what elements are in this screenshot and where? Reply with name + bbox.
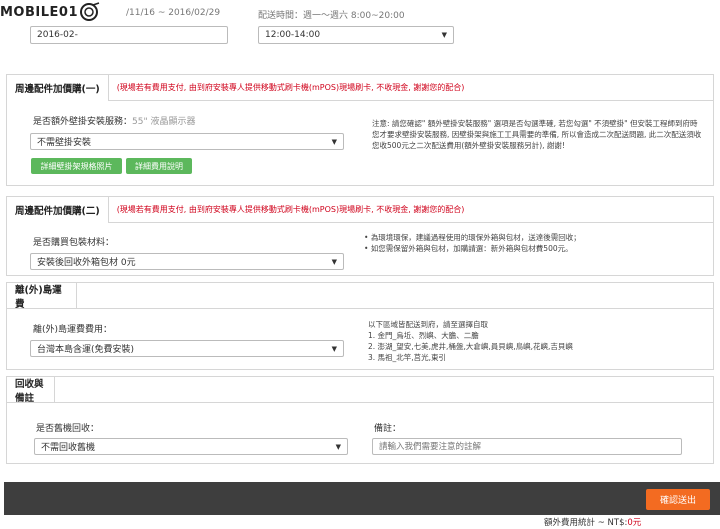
wall-mount-photos-button[interactable]: 詳細壁掛架規格照片 <box>31 158 122 174</box>
packaging-value: 安裝後回收外箱包材 0元 <box>37 258 136 268</box>
site-logo[interactable]: MOBILE01 <box>0 2 128 22</box>
delivery-date-value: 2016-02- <box>37 30 78 40</box>
chevron-down-icon: ▼ <box>331 344 337 353</box>
date-range-text: /11/16 ~ 2016/02/29 <box>126 8 221 18</box>
packaging-question: 是否購買包裝材料： <box>33 238 115 248</box>
island-note-item: 2. 澎湖_望安,七美,虎井,桶盤,大倉嶼,員貝嶼,鳥嶼,花嶼,吉貝嶼 <box>368 342 573 351</box>
island-note-title: 以下區域皆配送到府，請至選擇自取 <box>368 320 488 329</box>
delivery-time-text: 配送時間：週一～週六 8:00~20:00 <box>258 11 405 21</box>
chevron-down-icon: ▼ <box>335 442 341 451</box>
packaging-notes: 為環境環保，建議過程使用的環保外箱與包材，送達後需回收； 如您需保留外箱與包材，… <box>364 232 694 254</box>
section-2-header: 周邊配件加價購(二) (現場若有費用支付, 由到府安裝專人提供移動式刷卡機(mP… <box>7 196 713 223</box>
total-label: 額外費用統計 ~ NT$: <box>544 518 628 528</box>
section-3-title: 離(外)島運費 <box>7 283 77 310</box>
remark-label: 備註： <box>374 424 402 434</box>
section-1-header: 周邊配件加價購(一) (現場若有費用支付, 由到府安裝專人提供移動式刷卡機(mP… <box>7 74 713 101</box>
section-1-title: 周邊配件加價購(一) <box>7 74 109 101</box>
logo-swirl-icon <box>80 2 100 21</box>
footer-bar <box>4 482 720 515</box>
wall-mount-select[interactable]: 不需壁掛安裝 ▼ <box>30 133 344 150</box>
total-value: 0元 <box>627 518 642 528</box>
delivery-time-value: 12:00-14:00 <box>265 30 321 40</box>
section-4-header: 回收與備註 <box>7 377 713 404</box>
island-shipping-select[interactable]: 台灣本島含運(免費安裝) ▼ <box>30 340 344 357</box>
remark-input[interactable] <box>372 438 682 455</box>
wall-mount-question-text: 是否額外壁掛安裝服務： <box>33 117 133 127</box>
island-note-item: 1. 金門_烏坵、烈嶼、大膽、二膽 <box>368 331 479 340</box>
tv-size-hint: 55" 液晶顯示器 <box>132 117 196 127</box>
island-shipping-question: 離(外)島運費費用： <box>33 325 113 335</box>
recycle-select[interactable]: 不需回收舊機 ▼ <box>34 438 348 455</box>
recycle-value: 不需回收舊機 <box>41 443 96 453</box>
island-shipping-notes: 以下區域皆配送到府，請至選擇自取 1. 金門_烏坵、烈嶼、大膽、二膽 2. 澎湖… <box>368 319 698 363</box>
recycle-question: 是否舊機回收： <box>36 424 100 434</box>
section-3-header: 離(外)島運費 <box>7 283 713 310</box>
divider <box>76 308 714 309</box>
fee-details-button[interactable]: 詳細費用說明 <box>126 158 192 174</box>
packaging-note: 如您需保留外箱與包材，加購請選：新外箱與包材費500元。 <box>364 243 694 254</box>
section-2-notice: (現場若有費用支付, 由到府安裝專人提供移動式刷卡機(mPOS)現場刷卡, 不收… <box>116 205 465 214</box>
chevron-down-icon: ▼ <box>331 137 337 146</box>
divider <box>54 402 714 403</box>
packaging-select[interactable]: 安裝後回收外箱包材 0元 ▼ <box>30 253 344 270</box>
chevron-down-icon: ▼ <box>441 31 447 39</box>
section-1-notice: (現場若有費用支付, 由到府安裝專人提供移動式刷卡機(mPOS)現場刷卡, 不收… <box>116 83 465 92</box>
packaging-note: 為環境環保，建議過程使用的環保外箱與包材，送達後需回收； <box>364 232 694 243</box>
wall-mount-note: 注意: 請您確認" 額外壁掛安裝服務" 選項是否勾選準確, 若您勾選" 不須壁掛… <box>372 119 702 150</box>
section-2-title: 周邊配件加價購(二) <box>7 196 109 223</box>
delivery-date-input[interactable]: 2016-02- <box>30 26 228 44</box>
wall-mount-question: 是否額外壁掛安裝服務：55" 液晶顯示器 <box>33 114 195 127</box>
confirm-submit-button[interactable]: 確認送出 <box>646 489 710 510</box>
island-shipping-value: 台灣本島含運(免費安裝) <box>37 345 135 355</box>
island-note-item: 3. 馬祖_北竿,莒光,東引 <box>368 353 447 362</box>
section-4-title: 回收與備註 <box>7 377 55 404</box>
logo-text: MOBILE01 <box>0 4 78 20</box>
chevron-down-icon: ▼ <box>331 257 337 266</box>
extra-fee-total: 額外費用統計 ~ NT$:0元 <box>544 516 641 528</box>
wall-mount-value: 不需壁掛安裝 <box>37 138 92 148</box>
delivery-time-select[interactable]: 12:00-14:00 ▼ <box>258 26 454 44</box>
